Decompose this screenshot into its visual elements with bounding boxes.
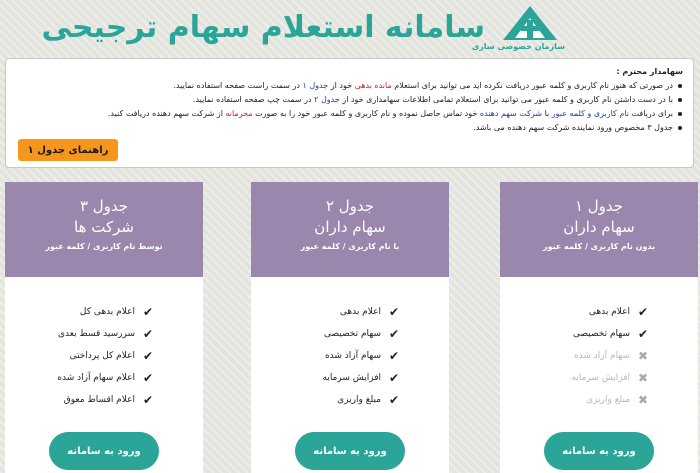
card-table-3: جدول ۳ شرکت ها توسط نام کاربری / کلمه عب… — [5, 182, 203, 473]
logo-mark-icon — [503, 6, 557, 40]
card-description: توسط نام کاربری / کلمه عبور — [45, 242, 163, 251]
notice-item: با در دست داشتن نام کاربری و کلمه عبور م… — [16, 93, 683, 107]
check-icon: ✔ — [388, 371, 400, 385]
cross-icon: ✖ — [637, 371, 649, 385]
card-header: جدول ۱ سهام داران بدون نام کاربری / کلمه… — [500, 182, 698, 277]
feature-item: ✖ افزایش سرمایه — [500, 367, 650, 389]
card-header: جدول ۲ سهام داران با نام کاربری / کلمه ع… — [251, 182, 449, 277]
check-icon: ✔ — [388, 349, 400, 363]
card-table-1: جدول ۱ سهام داران بدون نام کاربری / کلمه… — [500, 182, 698, 473]
notice-item: جدول ۳ مخصوص ورود نماینده شرکت سهم دهنده… — [16, 121, 683, 135]
feature-item: ✔ سررسید قسط بعدی — [5, 323, 155, 345]
card-title: جدول ۲ — [325, 197, 375, 215]
check-icon: ✔ — [637, 327, 649, 341]
feature-list: ✔ اعلام بدهی کل ✔ سررسید قسط بعدی ✔ اعلام ک… — [5, 301, 203, 411]
notice-item: در صورتی که هنوز نام کاربری و کلمه عبور … — [16, 79, 683, 93]
feature-item: ✔ سهام تخصیصی — [500, 323, 650, 345]
feature-list: ✔ اعلام بدهی ✔ سهام تخصیصی ✔ سهام آزاد شده … — [251, 301, 449, 411]
card-title: جدول ۳ — [79, 197, 129, 215]
card-header: جدول ۳ شرکت ها توسط نام کاربری / کلمه عب… — [5, 182, 203, 277]
table-1-guide-button[interactable]: راهنمای جدول ۱ — [18, 139, 118, 161]
feature-item: ✔ اعلام اقساط معوق — [5, 389, 155, 411]
card-subtitle: سهام داران — [314, 218, 386, 236]
feature-item: ✖ سهام آزاد شده — [500, 345, 650, 367]
check-icon: ✔ — [388, 393, 400, 407]
page-header: سازمان خصوصی سازی سامانه استعلام سهام تر… — [0, 0, 700, 58]
feature-item: ✔ اعلام بدهی — [500, 301, 650, 323]
feature-item: ✔ افزایش سرمایه — [251, 367, 401, 389]
enter-system-button-table-1[interactable]: ورود به سامانه — [544, 432, 654, 470]
check-icon: ✔ — [142, 327, 154, 341]
feature-item: ✔ اعلام سهام آزاد شده — [5, 367, 155, 389]
card-title: جدول ۱ — [574, 197, 624, 215]
cross-icon: ✖ — [637, 349, 649, 363]
check-icon: ✔ — [388, 305, 400, 319]
logo-text: سازمان خصوصی سازی — [471, 42, 565, 51]
notice-panel: سهامدار محترم : در صورتی که هنوز نام کار… — [5, 58, 694, 168]
cross-icon: ✖ — [637, 393, 649, 407]
check-icon: ✔ — [637, 305, 649, 319]
feature-item: ✔ سهام آزاد شده — [251, 345, 401, 367]
feature-item: ✔ سهام تخصیصی — [251, 323, 401, 345]
card-description: با نام کاربری / کلمه عبور — [300, 242, 400, 251]
feature-item: ✔ اعلام بدهی — [251, 301, 401, 323]
feature-item: ✖ مبلغ واریزی — [500, 389, 650, 411]
notice-title: سهامدار محترم : — [616, 67, 683, 76]
check-icon: ✔ — [142, 371, 154, 385]
feature-item: ✔ اعلام کل پرداختی — [5, 345, 155, 367]
notice-list: در صورتی که هنوز نام کاربری و کلمه عبور … — [16, 79, 683, 135]
card-subtitle: سهام داران — [563, 218, 635, 236]
page-title: سامانه استعلام سهام ترجیحی — [41, 10, 485, 45]
card-subtitle: شرکت ها — [74, 218, 134, 236]
check-icon: ✔ — [388, 327, 400, 341]
feature-list: ✔ اعلام بدهی ✔ سهام تخصیصی ✖ سهام آزاد شده … — [500, 301, 698, 411]
notice-item: برای دریافت نام کاربری و کلمه عبور با شر… — [16, 107, 683, 121]
feature-item: ✔ اعلام بدهی کل — [5, 301, 155, 323]
enter-system-button-table-2[interactable]: ورود به سامانه — [295, 432, 405, 470]
card-description: بدون نام کاربری / کلمه عبور — [542, 242, 656, 251]
check-icon: ✔ — [142, 393, 154, 407]
logo[interactable]: سازمان خصوصی سازی — [471, 4, 565, 56]
check-icon: ✔ — [142, 305, 154, 319]
check-icon: ✔ — [142, 349, 154, 363]
enter-system-button-table-3[interactable]: ورود به سامانه — [49, 432, 159, 470]
card-table-2: جدول ۲ سهام داران با نام کاربری / کلمه ع… — [251, 182, 449, 473]
feature-item: ✔ مبلغ واریزی — [251, 389, 401, 411]
